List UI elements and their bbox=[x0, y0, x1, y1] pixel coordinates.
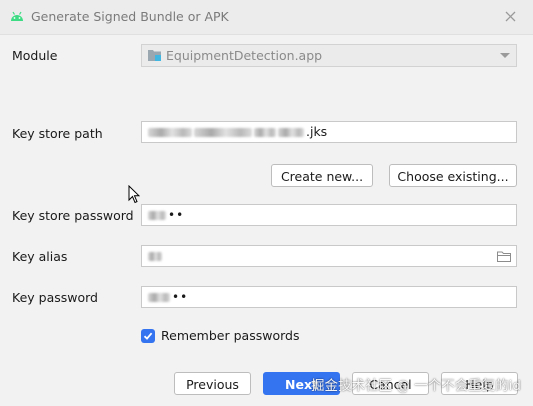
module-select[interactable]: EquipmentDetection.app bbox=[141, 44, 517, 67]
redacted-text bbox=[148, 128, 192, 137]
redacted-text bbox=[148, 211, 166, 220]
key-store-path-field[interactable]: .jks bbox=[141, 121, 517, 143]
password-dots: •• bbox=[168, 208, 185, 222]
title-bar: Generate Signed Bundle or APK bbox=[0, 0, 533, 35]
close-button[interactable] bbox=[501, 8, 519, 26]
choose-existing-button[interactable]: Choose existing... bbox=[389, 164, 517, 187]
key-store-path-label: Key store path bbox=[12, 126, 103, 141]
key-store-path-suffix: .jks bbox=[306, 124, 328, 139]
key-store-password-label: Key store password bbox=[12, 208, 134, 223]
key-alias-label: Key alias bbox=[12, 249, 68, 264]
folder-icon[interactable] bbox=[497, 251, 511, 262]
module-icon bbox=[148, 50, 161, 61]
window-title: Generate Signed Bundle or APK bbox=[31, 9, 229, 24]
key-store-password-field[interactable]: •• bbox=[141, 204, 517, 226]
redacted-text bbox=[148, 252, 162, 261]
key-password-field[interactable]: •• bbox=[141, 286, 517, 308]
mouse-cursor-icon bbox=[128, 185, 140, 204]
key-alias-field[interactable] bbox=[141, 245, 517, 267]
remember-passwords-label: Remember passwords bbox=[161, 328, 300, 343]
redacted-text bbox=[194, 128, 252, 137]
module-label: Module bbox=[12, 48, 58, 63]
password-dots: •• bbox=[172, 290, 189, 304]
watermark: 掘金技术社区 @ 一个不会重复的id bbox=[311, 378, 521, 394]
create-new-button[interactable]: Create new... bbox=[271, 164, 373, 187]
redacted-text bbox=[278, 128, 304, 137]
close-icon bbox=[505, 11, 515, 22]
key-password-label: Key password bbox=[12, 290, 98, 305]
previous-button[interactable]: Previous bbox=[174, 372, 251, 395]
module-value: EquipmentDetection.app bbox=[166, 48, 323, 63]
remember-passwords-checkbox[interactable] bbox=[141, 329, 155, 343]
redacted-text bbox=[254, 128, 276, 137]
checkmark-icon bbox=[143, 332, 153, 340]
android-icon bbox=[11, 11, 23, 21]
redacted-text bbox=[148, 293, 170, 302]
chevron-down-icon bbox=[500, 53, 510, 58]
